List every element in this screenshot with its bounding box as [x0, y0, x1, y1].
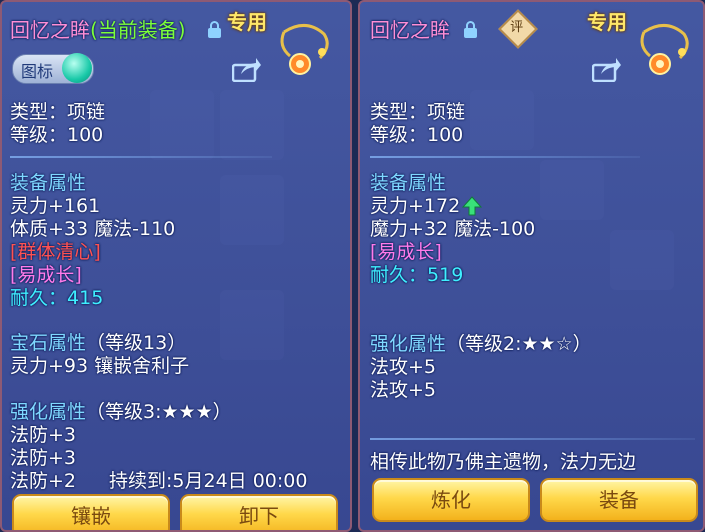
exclusive-label: 专用	[587, 10, 627, 34]
equip-attr-header: 装备属性	[10, 172, 87, 194]
enhance-level: （等级2:★★☆）	[446, 333, 592, 355]
durability-value: 415	[67, 287, 104, 309]
type-line: 类型：项链	[10, 101, 106, 123]
equip-attr-header: 装备属性	[370, 172, 447, 194]
toggle-knob	[62, 53, 92, 83]
special-trait: [易成长]	[10, 264, 82, 286]
lock-icon	[464, 21, 477, 38]
enhance-attr-header: 强化属性	[370, 333, 447, 355]
lock-icon	[208, 21, 221, 38]
durability-label: 耐久：	[370, 264, 428, 286]
item-title: 回忆之眸(当前装备)	[10, 19, 186, 41]
gem-attr-header: 宝石属性	[10, 332, 87, 354]
share-icon[interactable]	[232, 56, 262, 82]
stat-line: 灵力+161	[10, 195, 101, 217]
rating-badge-icon[interactable]: 评	[498, 9, 538, 49]
enhance-stat: 法防+2	[10, 470, 77, 492]
durability-value: 519	[427, 264, 464, 286]
enhance-attr-line: 强化属性（等级2:★★☆）	[370, 333, 592, 355]
item-name: 回忆之眸	[370, 18, 450, 42]
enhance-stat: 法攻+5	[370, 356, 437, 378]
equip-button[interactable]: 装备	[540, 478, 698, 522]
necklace-emblem-icon	[280, 24, 329, 75]
enhance-attr-line: 强化属性（等级3:★★★）	[10, 401, 232, 423]
toggle-label: 图标	[21, 62, 54, 81]
rating-badge-label: 评	[510, 19, 524, 35]
gem-level: （等级13）	[86, 332, 187, 354]
duration-text: 持续到:5月24日 00:00	[109, 470, 308, 492]
level-line: 等级：100	[10, 124, 104, 146]
divider	[370, 156, 640, 158]
compare-item-tooltip: 回忆之眸 评 专用 类型：项链 等级：100 装备属性 灵力+172 魔力+32…	[358, 0, 705, 532]
necklace-emblem-icon	[640, 24, 689, 75]
enhance-stat: 法防+3	[10, 424, 77, 446]
unequip-button[interactable]: 卸下	[180, 494, 338, 530]
enhance-stat: 法防+3	[10, 447, 77, 469]
inlay-button[interactable]: 镶嵌	[12, 494, 170, 530]
stat-line: 魔力+32 魔法-100	[370, 218, 536, 240]
icon-toggle[interactable]: 图标	[12, 53, 94, 84]
gem-attr-line: 宝石属性（等级13）	[10, 332, 186, 354]
enhance-stat: 法攻+5	[370, 379, 437, 401]
divider	[10, 156, 272, 158]
divider	[370, 438, 695, 440]
refine-button[interactable]: 炼化	[372, 478, 530, 522]
stat-line: 灵力+172	[370, 195, 461, 217]
equipped-item-tooltip: 回忆之眸(当前装备) 专用 图标 类型：项链 等级：100 装备属性 灵力+16…	[0, 0, 352, 532]
special-trait: [易成长]	[370, 241, 442, 263]
item-name: 回忆之眸	[10, 18, 90, 42]
enhance-attr-header: 强化属性	[10, 401, 87, 423]
special-skill: [群体清心]	[10, 241, 101, 263]
equipped-tag: (当前装备)	[90, 18, 186, 42]
durability-label: 耐久：	[10, 287, 68, 309]
durability-line: 耐久：519	[370, 264, 463, 286]
lore-text: 相传此物乃佛主遗物，法力无边	[370, 451, 637, 473]
share-icon[interactable]	[592, 56, 622, 82]
type-line: 类型：项链	[370, 101, 466, 123]
enhance-level: （等级3:★★★）	[86, 401, 232, 423]
durability-line: 耐久：415	[10, 287, 103, 309]
exclusive-label: 专用	[227, 10, 267, 34]
level-line: 等级：100	[370, 124, 464, 146]
stat-line: 体质+33 魔法-110	[10, 218, 176, 240]
stat-up-arrow-icon	[462, 196, 482, 216]
gem-stat: 灵力+93 镶嵌舍利子	[10, 355, 190, 377]
